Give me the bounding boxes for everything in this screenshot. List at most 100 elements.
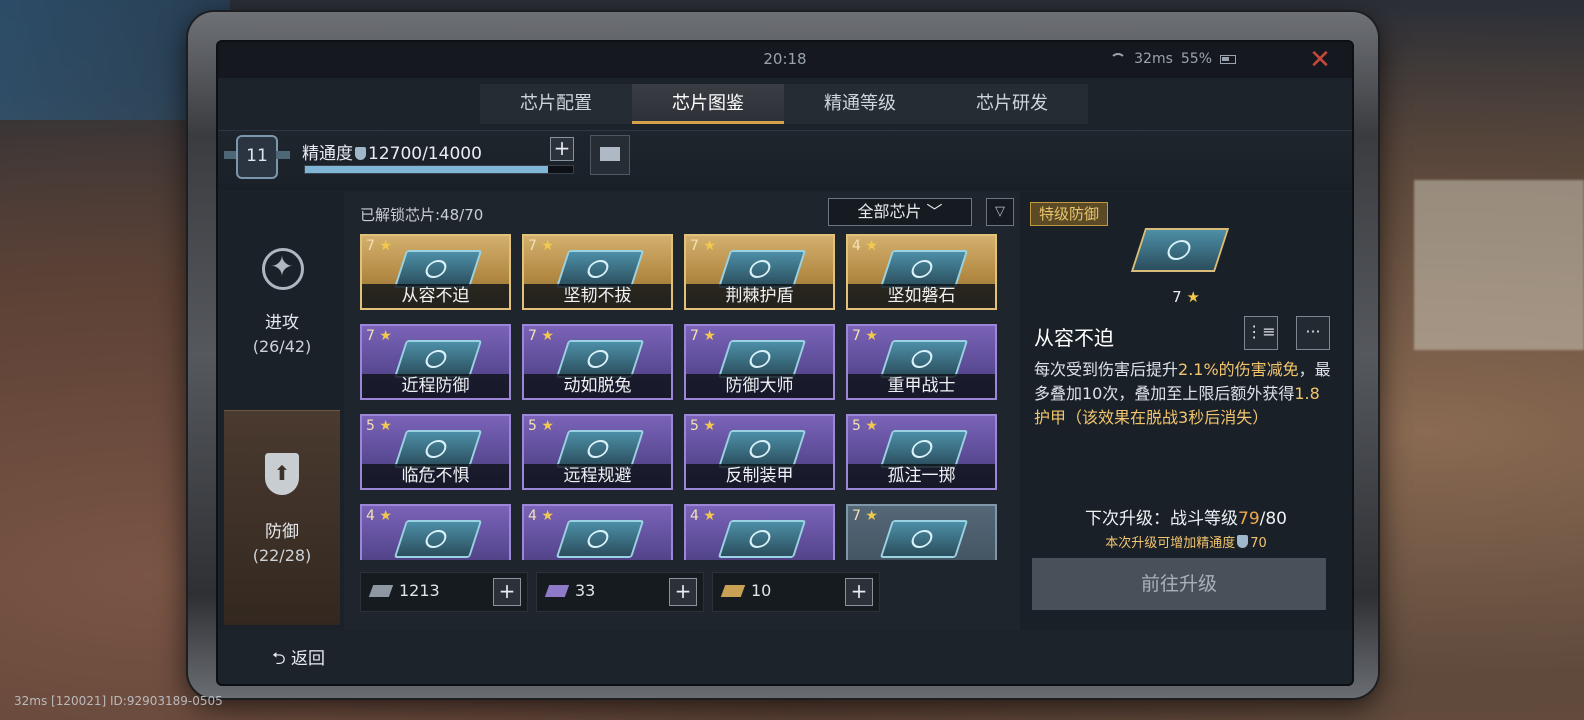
resource-value: 10 [751, 581, 772, 600]
mastery-progress-fill [305, 166, 549, 173]
category-defense-count: (22/28) [252, 546, 312, 565]
chip-name: 动如脱兔 [524, 374, 671, 398]
goto-upgrade-button[interactable]: 前往升级 [1032, 558, 1326, 610]
resource-value: 1213 [399, 581, 440, 600]
mastery-header: 11 精通度 12700/14000 + [218, 130, 1352, 191]
chip-name: 远程规避 [524, 464, 671, 488]
chip-catalog-panel: 已解锁芯片:48/70 全部芯片 ﹀ ▽ 7 ★ 从容不迫 7 ★ 坚韧不拔 7 ★… [344, 192, 1020, 630]
chip-card[interactable]: 7 ★ 荆棘护盾 [684, 234, 835, 310]
level-badge: 11 [236, 135, 278, 179]
chip-description: 每次受到伤害后提升2.1%的伤害减免，最多叠加10次，叠加至上限后额外获得1.8… [1034, 360, 1331, 427]
tab-chip-research[interactable]: 芯片研发 [936, 84, 1088, 124]
tab-mastery-level[interactable]: 精通等级 [784, 84, 936, 124]
chip-material-icon [368, 585, 394, 597]
shield-icon [1237, 535, 1249, 548]
mastery-label: 精通度 12700/14000 [302, 139, 482, 164]
add-resource-button[interactable]: + [493, 578, 521, 606]
chip-stars: 7 ★ [528, 328, 554, 344]
chip-name: 坚如磐石 [848, 284, 995, 308]
chip-card[interactable]: 5 ★ 远程规避 [522, 414, 673, 490]
add-resource-button[interactable]: + [669, 578, 697, 606]
background-window [1414, 180, 1584, 350]
battery-text: 55% [1180, 51, 1212, 67]
hierarchy-icon[interactable]: ⋮≡ [1244, 316, 1278, 350]
chip-icon [879, 250, 969, 288]
chip-grid: 7 ★ 从容不迫 7 ★ 坚韧不拔 7 ★ 荆棘护盾 4 ★ 坚如磐石 7 ★ 近程防御 … [360, 234, 1000, 560]
resource-bar: 1213 + 33 + 10 + [360, 572, 880, 612]
chip-card[interactable]: 7 ★ 动如脱兔 [522, 324, 673, 400]
chip-card[interactable]: 5 ★ 反制装甲 [684, 414, 835, 490]
chip-icon [1130, 228, 1230, 272]
chip-stars: 7 ★ [852, 328, 878, 344]
resource-value: 33 [575, 581, 596, 600]
mastery-value: 12700/14000 [368, 144, 482, 164]
chip-card[interactable]: 7 ★ 坚韧不拔 [522, 234, 673, 310]
category-attack-label: 进攻 [265, 313, 299, 333]
chip-card[interactable]: 4 ★ [684, 504, 835, 560]
chip-filter-select[interactable]: 全部芯片 ﹀ [828, 198, 972, 226]
debug-info: 32ms [120021] ID:92903189-0505 [14, 694, 223, 708]
more-icon[interactable]: ··· [1296, 316, 1330, 350]
chip-icon [555, 340, 645, 378]
chip-card[interactable]: 7 ★ 从容不迫 [360, 234, 511, 310]
chip-name: 反制装甲 [686, 464, 833, 488]
chip-stars: 7 ★ [366, 238, 392, 254]
mastery-info-button[interactable] [590, 135, 630, 175]
chip-icon [879, 430, 969, 468]
tab-chip-config[interactable]: 芯片配置 [480, 84, 632, 124]
chip-card[interactable]: 7 ★ 防御大师 [684, 324, 835, 400]
chip-card[interactable]: 5 ★ 临危不惧 [360, 414, 511, 490]
chip-stars: 7 ★ [366, 328, 392, 344]
mastery-increase-info: 本次升级可增加精通度 70 [1105, 535, 1267, 551]
chip-icon [717, 250, 807, 288]
chip-name: 临危不惧 [362, 464, 509, 488]
chip-stars: 4 ★ [366, 508, 392, 524]
close-button[interactable]: ✕ [1306, 46, 1334, 74]
chip-card[interactable]: 7 ★ 重甲战士 [846, 324, 997, 400]
chip-stars: 5 ★ [366, 418, 392, 434]
category-attack[interactable]: 进攻 (26/42) [224, 202, 340, 416]
add-resource-button[interactable]: + [845, 578, 873, 606]
category-defense[interactable]: 防御 (22/28) [224, 410, 340, 625]
chip-card[interactable]: 4 ★ [522, 504, 673, 560]
screen: 20:18 32ms 55% ✕ 芯片配置 芯片图鉴 精通等级 芯片研发 11 … [216, 40, 1354, 686]
chip-icon [717, 520, 807, 558]
chip-card[interactable]: 5 ★ 孤注一掷 [846, 414, 997, 490]
chip-name: 防御大师 [686, 374, 833, 398]
chip-card[interactable]: 7 ★ [846, 504, 997, 560]
chip-stars: 5 ★ [852, 418, 878, 434]
wifi-icon [1110, 53, 1127, 65]
tab-chip-catalog[interactable]: 芯片图鉴 [632, 84, 784, 124]
shield-icon [355, 147, 366, 160]
next-upgrade-requirement: 下次升级：战斗等级79/80 [1085, 509, 1287, 529]
chip-detail-panel: 特级防御 7 ★ 从容不迫 ⋮≡ ··· 每次受到伤害后提升2.1%的伤害减免，… [1020, 192, 1352, 630]
chip-name: 重甲战士 [848, 374, 995, 398]
chip-grade-tag: 特级防御 [1030, 202, 1109, 226]
network-status: 32ms 55% [1110, 51, 1236, 67]
chip-material-icon [544, 585, 570, 597]
detail-stars: 7 ★ [1172, 288, 1200, 306]
chip-icon [393, 340, 483, 378]
chip-stars: 7 ★ [690, 328, 716, 344]
chip-card[interactable]: 4 ★ [360, 504, 511, 560]
chip-stars: 4 ★ [528, 508, 554, 524]
chip-icon [879, 340, 969, 378]
chip-card[interactable]: 4 ★ 坚如磐石 [846, 234, 997, 310]
detail-chip-name: 从容不迫 [1034, 326, 1114, 350]
chip-name: 从容不迫 [362, 284, 509, 308]
battery-icon [1220, 54, 1236, 64]
shield-icon [252, 447, 312, 507]
chip-card[interactable]: 7 ★ 近程防御 [360, 324, 511, 400]
chip-icon [393, 250, 483, 288]
chip-stars: 5 ★ [528, 418, 554, 434]
filter-icon[interactable]: ▽ [986, 198, 1014, 226]
chip-stars: 7 ★ [528, 238, 554, 254]
category-attack-count: (26/42) [252, 337, 312, 356]
chip-name: 荆棘护盾 [686, 284, 833, 308]
add-mastery-button[interactable]: + [550, 137, 574, 161]
chip-material-icon [720, 585, 746, 597]
device-frame: 20:18 32ms 55% ✕ 芯片配置 芯片图鉴 精通等级 芯片研发 11 … [188, 12, 1378, 698]
chip-stars: 5 ★ [690, 418, 716, 434]
status-bar: 20:18 32ms 55% ✕ [218, 42, 1352, 78]
back-button[interactable]: ⮌ 返回 [272, 644, 325, 675]
